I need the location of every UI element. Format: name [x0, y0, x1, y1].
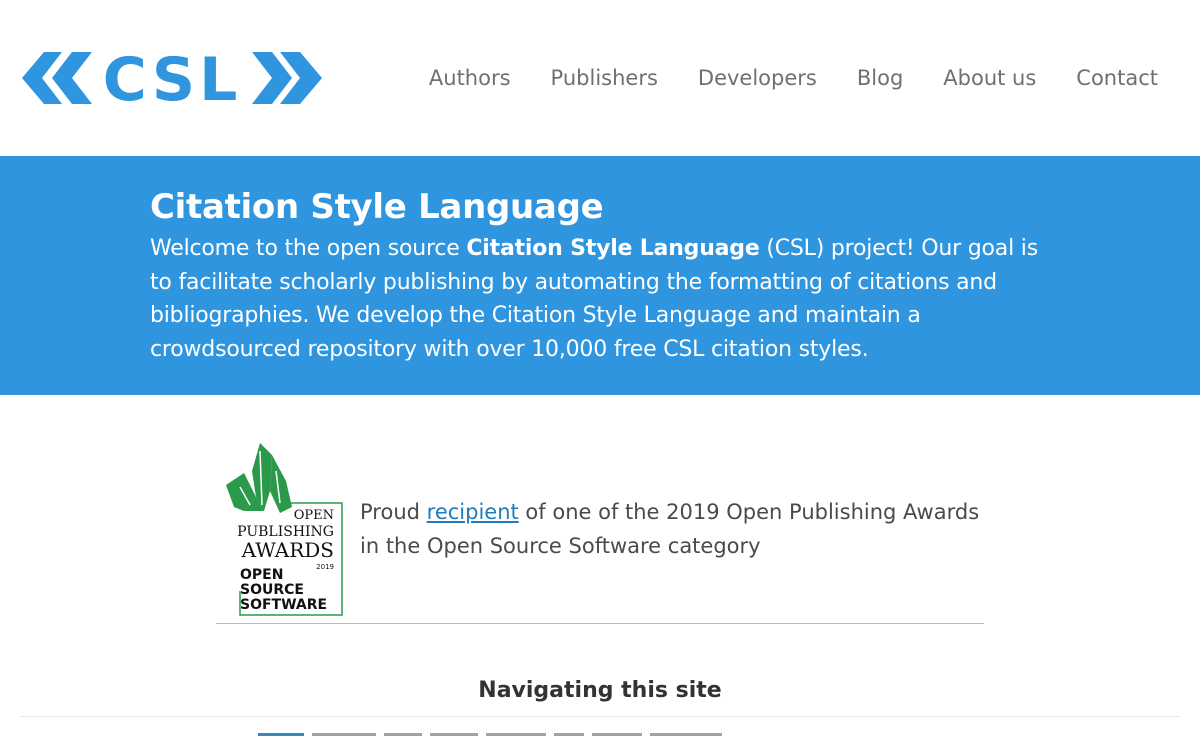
nav-blog[interactable]: Blog [857, 64, 903, 92]
svg-text:SOURCE: SOURCE [240, 582, 304, 598]
svg-text:OPEN: OPEN [240, 567, 283, 583]
cutoff-list-row [258, 732, 778, 740]
cutoff-link[interactable] [258, 733, 304, 740]
section-divider [20, 716, 1180, 717]
nav-publishers[interactable]: Publishers [551, 64, 658, 92]
logo-text: CSL [103, 52, 242, 104]
award-section: OPEN PUBLISHING AWARDS 2019 OPEN SOURCE … [216, 441, 984, 624]
open-publishing-awards-badge: OPEN PUBLISHING AWARDS 2019 OPEN SOURCE … [222, 441, 344, 617]
hero-intro: Welcome to the open source Citation Styl… [150, 232, 1050, 366]
hero-title: Citation Style Language [150, 187, 604, 227]
nav-contact[interactable]: Contact [1076, 64, 1158, 92]
recipient-link[interactable]: recipient [427, 500, 519, 524]
award-description: Proud recipient of one of the 2019 Open … [360, 495, 980, 563]
csl-logo-mark: CSL [22, 52, 322, 104]
svg-text:SOFTWARE: SOFTWARE [240, 597, 327, 613]
site-header: CSL Authors Publishers Developers Blog A… [0, 0, 1200, 156]
hero-banner: Citation Style Language Welcome to the o… [0, 156, 1200, 395]
csl-logo[interactable]: CSL [22, 52, 322, 104]
navigating-heading: Navigating this site [478, 678, 722, 703]
svg-text:2019: 2019 [316, 563, 334, 571]
nav-about-us[interactable]: About us [943, 64, 1036, 92]
svg-text:OPEN: OPEN [294, 508, 334, 523]
nav-developers[interactable]: Developers [698, 64, 817, 92]
award-text-before: Proud [360, 500, 427, 524]
nav-authors[interactable]: Authors [429, 64, 511, 92]
hero-intro-before: Welcome to the open source [150, 236, 467, 261]
main-nav: Authors Publishers Developers Blog About… [429, 64, 1158, 92]
svg-text:AWARDS: AWARDS [241, 538, 334, 562]
hero-intro-bold: Citation Style Language [466, 236, 760, 261]
